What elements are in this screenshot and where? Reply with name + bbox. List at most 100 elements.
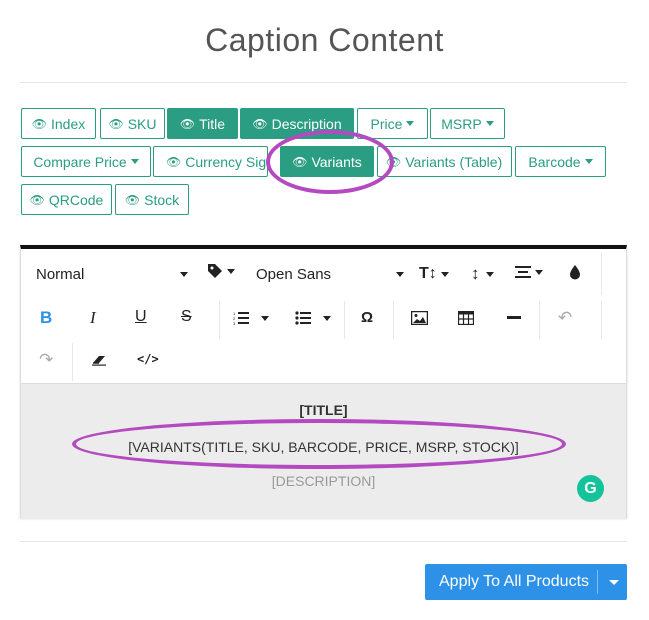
caret-down-icon: [130, 159, 139, 164]
caret-down-icon: [535, 269, 543, 275]
msrp-tag-dropdown[interactable]: MSRP: [430, 108, 505, 139]
font-size-button[interactable]: T↕: [419, 265, 449, 283]
caret-down-icon: [485, 121, 494, 126]
image-icon: [411, 311, 428, 325]
sku-tag-button[interactable]: 👁 SKU: [100, 108, 165, 139]
toolbar-separator: [601, 253, 602, 295]
apply-to-all-products-button[interactable]: Apply To All Products: [425, 564, 627, 600]
split-separator: [597, 570, 598, 594]
sku-tag-label: SKU: [127, 115, 157, 132]
eye-slash-icon: 👁: [108, 116, 124, 131]
currency-sign-tag-label: Currency Sign: [185, 153, 268, 170]
underline-button[interactable]: U: [135, 308, 147, 326]
code-view-button[interactable]: </>: [137, 352, 159, 366]
unordered-list-button[interactable]: [295, 311, 331, 325]
eye-slash-icon: 👁: [31, 116, 47, 131]
caret-down-icon: [440, 271, 449, 277]
font-family-select[interactable]: Open Sans: [256, 266, 404, 283]
eye-icon: 👁: [252, 116, 268, 131]
bold-button[interactable]: B: [40, 308, 52, 328]
eye-slash-icon: 👁: [166, 154, 182, 169]
price-tag-label: Price: [370, 115, 403, 132]
paragraph-style-select[interactable]: Normal: [36, 266, 188, 283]
line-height-icon: ↕: [471, 264, 480, 283]
tag-icon: [208, 264, 222, 278]
eye-icon: 👁: [292, 154, 308, 169]
eye-slash-icon: 👁: [29, 192, 45, 207]
redo-button[interactable]: ↷: [39, 350, 53, 370]
caret-down-icon: [227, 268, 235, 274]
strikethrough-button[interactable]: S: [181, 308, 192, 326]
toolbar-separator: [344, 301, 345, 339]
divider: [20, 541, 627, 542]
variants-tag-button[interactable]: 👁 Variants: [280, 146, 374, 177]
unordered-list-icon: [295, 311, 311, 325]
text-height-icon: T↕: [419, 265, 437, 282]
msrp-tag-label: MSRP: [441, 115, 482, 132]
caret-down-icon[interactable]: [609, 580, 619, 585]
title-tag-button[interactable]: 👁 Title: [167, 108, 238, 139]
toolbar-separator: [601, 301, 602, 339]
stock-tag-button[interactable]: 👁 Stock: [115, 184, 189, 215]
apply-button-label: Apply To All Products: [439, 573, 590, 590]
special-character-button[interactable]: Ω: [361, 309, 373, 326]
table-icon: [458, 311, 474, 325]
description-tag-label: Description: [271, 115, 342, 132]
compare-price-tag-dropdown[interactable]: Compare Price: [21, 146, 151, 177]
page-title: Caption Content: [205, 22, 444, 58]
toolbar-separator: [219, 301, 220, 339]
qrcode-tag-button[interactable]: 👁 QRCode: [21, 184, 112, 215]
strikethrough-icon: S: [181, 308, 192, 325]
divider: [20, 82, 627, 83]
caret-down-icon: [261, 315, 269, 321]
align-button[interactable]: [515, 265, 543, 279]
content-title-line: [TITLE]: [299, 402, 348, 418]
line-height-button[interactable]: ↕: [471, 264, 494, 284]
grammarly-badge-icon[interactable]: G: [577, 475, 604, 502]
insert-table-button[interactable]: [458, 311, 474, 325]
italic-button[interactable]: I: [90, 308, 96, 328]
redo-icon: ↷: [39, 350, 54, 369]
horizontal-rule-icon: [507, 316, 521, 319]
variants-table-tag-label: Variants (Table): [405, 153, 503, 170]
rich-text-editor: Normal Open Sans T↕ ↕ B I U S 1 2 3 Ω ↶ …: [20, 245, 627, 519]
index-tag-label: Index: [50, 115, 86, 132]
color-button[interactable]: [569, 264, 581, 280]
tag-style-button[interactable]: [207, 263, 235, 279]
currency-sign-tag-button[interactable]: 👁 Currency Sign: [153, 146, 268, 177]
bold-icon: B: [40, 308, 53, 327]
align-center-icon: [515, 266, 531, 278]
editor-content-area[interactable]: [TITLE] [VARIANTS(TITLE, SKU, BARCODE, P…: [21, 383, 626, 519]
title-tag-label: Title: [199, 115, 226, 132]
qrcode-tag-label: QRCode: [48, 191, 104, 208]
insert-image-button[interactable]: [411, 311, 428, 325]
toolbar-separator: [539, 301, 540, 339]
ordered-list-icon: 123: [233, 311, 249, 325]
caret-down-icon: [396, 272, 404, 277]
clear-formatting-button[interactable]: [92, 354, 108, 366]
caret-down-icon: [323, 315, 331, 321]
content-description-line: [DESCRIPTION]: [271, 473, 376, 489]
omega-icon: Ω: [361, 309, 374, 326]
toolbar-separator: [393, 301, 394, 339]
color-drop-icon: [570, 265, 580, 280]
svg-text:3: 3: [233, 321, 236, 325]
compare-price-tag-label: Compare Price: [33, 153, 127, 170]
horizontal-rule-button[interactable]: [507, 316, 521, 320]
caret-down-icon: [584, 159, 593, 164]
caret-down-icon: [406, 121, 415, 126]
editor-toolbar: Normal Open Sans T↕ ↕ B I U S 1 2 3 Ω ↶ …: [21, 249, 626, 383]
toolbar-separator: [72, 343, 73, 381]
eye-slash-icon: 👁: [124, 192, 141, 207]
variants-table-tag-button[interactable]: 👁 Variants (Table): [377, 146, 512, 177]
index-tag-button[interactable]: 👁 Index: [21, 108, 96, 139]
underline-icon: U: [135, 308, 147, 325]
undo-button[interactable]: ↶: [558, 308, 572, 328]
barcode-tag-dropdown[interactable]: Barcode: [515, 146, 606, 177]
price-tag-dropdown[interactable]: Price: [357, 108, 428, 139]
description-tag-button[interactable]: 👁 Description: [240, 108, 354, 139]
eye-slash-icon: 👁: [386, 154, 402, 169]
ordered-list-button[interactable]: 123: [233, 311, 269, 325]
barcode-tag-label: Barcode: [528, 153, 581, 170]
content-variants-line: [VARIANTS(TITLE, SKU, BARCODE, PRICE, MS…: [128, 439, 519, 455]
